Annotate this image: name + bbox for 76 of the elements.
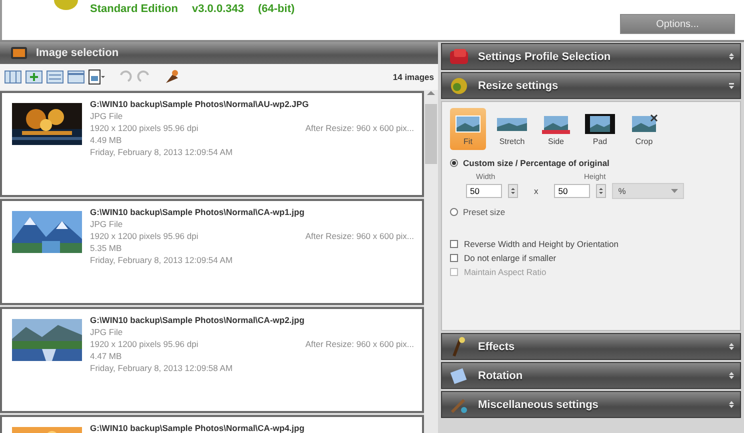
checkbox-label: Do not enlarge if smaller — [464, 253, 556, 263]
file-path: G:\WIN10 backup\Sample Photos\Normal\CA-wp1.jpg — [90, 207, 306, 217]
image-list-item[interactable]: G:\WIN10 backup\Sample Photos\Normal\CA-wp2.jpg JPG File 1920 x 1200 pixels 95.96 dpi After Resize: 960 x 600 pix... 4.47 MB Friday, February 8, 2013 12:09:58 AM — [0, 307, 424, 413]
section-header[interactable]: Effects — [441, 333, 741, 360]
image-icon — [10, 45, 28, 61]
file-date: Friday, February 8, 2013 12:09:54 AM — [90, 255, 234, 265]
resize-mode-button[interactable]: Fit — [450, 108, 486, 150]
image-list-item[interactable]: G:\WIN10 backup\Sample Photos\Normal\AU-wp2.JPG JPG File 1920 x 1200 pixels 95.96 dpi After Resize: 960 x 600 pix... 4.49 MB Friday, February 8, 2013 12:09:54 AM — [0, 91, 424, 197]
grid-view-icon[interactable] — [4, 68, 22, 86]
edition-label: Standard Edition — [90, 3, 178, 15]
details-view-icon[interactable] — [67, 68, 85, 86]
section-header[interactable]: Resize settings — [441, 72, 741, 99]
resize-mode-button[interactable]: Stretch — [494, 108, 530, 150]
caret-icon — [671, 189, 678, 193]
section-header[interactable]: Rotation — [441, 362, 741, 389]
file-path: G:\WIN10 backup\Sample Photos\Normal\AU-wp2.JPG — [90, 99, 310, 109]
expand-icon[interactable] — [729, 52, 734, 61]
section-header[interactable]: Miscellaneous settings — [441, 391, 741, 418]
spinner-icon — [508, 184, 518, 198]
image-dropdown-icon[interactable] — [88, 68, 106, 86]
image-dimensions: 1920 x 1200 pixels 95.96 dpi — [90, 123, 198, 133]
checkbox[interactable] — [450, 254, 458, 262]
add-icon[interactable] — [25, 68, 43, 86]
scrollbar[interactable] — [424, 90, 438, 433]
section-title[interactable]: Resize settings — [478, 80, 721, 92]
expand-icon[interactable] — [729, 342, 734, 351]
image-dimensions: 1920 x 1200 pixels 95.96 dpi — [90, 339, 198, 349]
radio-label: Custom size / Percentage of original — [463, 158, 610, 168]
resize-mode-icon — [585, 112, 615, 134]
resize-mode-icon — [453, 112, 483, 134]
checkbox-label: Maintain Aspect Ratio — [464, 267, 546, 277]
file-size: 4.49 MB — [90, 135, 123, 145]
architecture-label: (64-bit) — [258, 3, 295, 15]
unit-dropdown[interactable]: % — [612, 183, 684, 199]
resize-result: After Resize: 960 x 600 pix... — [305, 123, 414, 133]
image-dimensions: 1920 x 1200 pixels 95.96 dpi — [90, 231, 198, 241]
file-path: G:\WIN10 backup\Sample Photos\Normal\CA-wp2.jpg — [90, 315, 306, 325]
brush-icon[interactable] — [163, 68, 181, 86]
resize-result: After Resize: 960 x 600 pix... — [305, 231, 414, 241]
file-type: JPG File — [90, 219, 124, 229]
radio-button[interactable] — [450, 159, 458, 167]
panel-title: Image selection — [36, 47, 119, 59]
resize-mode-button[interactable]: Crop — [626, 108, 662, 150]
expand-icon[interactable] — [729, 371, 734, 380]
version-label: v3.0.0.343 — [192, 3, 244, 15]
file-size: 4.47 MB — [90, 351, 123, 361]
section-title[interactable]: Miscellaneous settings — [478, 398, 721, 410]
resize-result: After Resize: 960 x 600 pix... — [305, 339, 414, 349]
expand-icon[interactable] — [729, 400, 734, 409]
checkbox[interactable] — [450, 240, 458, 248]
image-count: 14 images — [392, 72, 434, 82]
section-title[interactable]: Settings Profile Selection — [478, 50, 721, 62]
file-date: Friday, February 8, 2013 12:09:54 AM — [90, 147, 234, 157]
section-header[interactable]: Settings Profile Selection — [441, 43, 741, 70]
spinner-icon — [596, 184, 606, 198]
section-title[interactable]: Rotation — [478, 370, 721, 382]
resize-mode-button[interactable]: Side — [538, 108, 574, 150]
height-field[interactable]: 50 — [554, 184, 590, 198]
section-title[interactable]: Effects — [478, 340, 721, 352]
radio-label: Preset size — [463, 207, 506, 217]
list-view-icon[interactable] — [46, 68, 64, 86]
image-list-item[interactable]: G:\WIN10 backup\Sample Photos\Normal\CA-wp4.jpg — [0, 415, 424, 433]
image-list-item[interactable]: G:\WIN10 backup\Sample Photos\Normal\CA-wp1.jpg JPG File 1920 x 1200 pixels 95.96 dpi After Resize: 960 x 600 pix... 5.35 MB Friday, February 8, 2013 12:09:54 AM — [0, 199, 424, 305]
resize-mode-icon — [629, 112, 659, 134]
file-size: 5.35 MB — [90, 243, 123, 253]
checkbox-label: Reverse Width and Height by Orientation — [464, 239, 618, 249]
collapse-icon[interactable] — [729, 81, 734, 90]
multiply-sign: x — [534, 186, 538, 196]
file-date: Friday, February 8, 2013 12:09:58 AM — [90, 363, 234, 373]
width-field[interactable]: 50 — [466, 184, 502, 198]
resize-mode-button[interactable]: Pad — [582, 108, 618, 150]
file-path: G:\WIN10 backup\Sample Photos\Normal\CA-wp4.jpg — [90, 423, 306, 433]
scrollbar-thumb[interactable] — [425, 104, 437, 164]
file-type: JPG File — [90, 327, 124, 337]
file-type: JPG File — [90, 111, 124, 121]
radio-button[interactable] — [450, 208, 458, 216]
